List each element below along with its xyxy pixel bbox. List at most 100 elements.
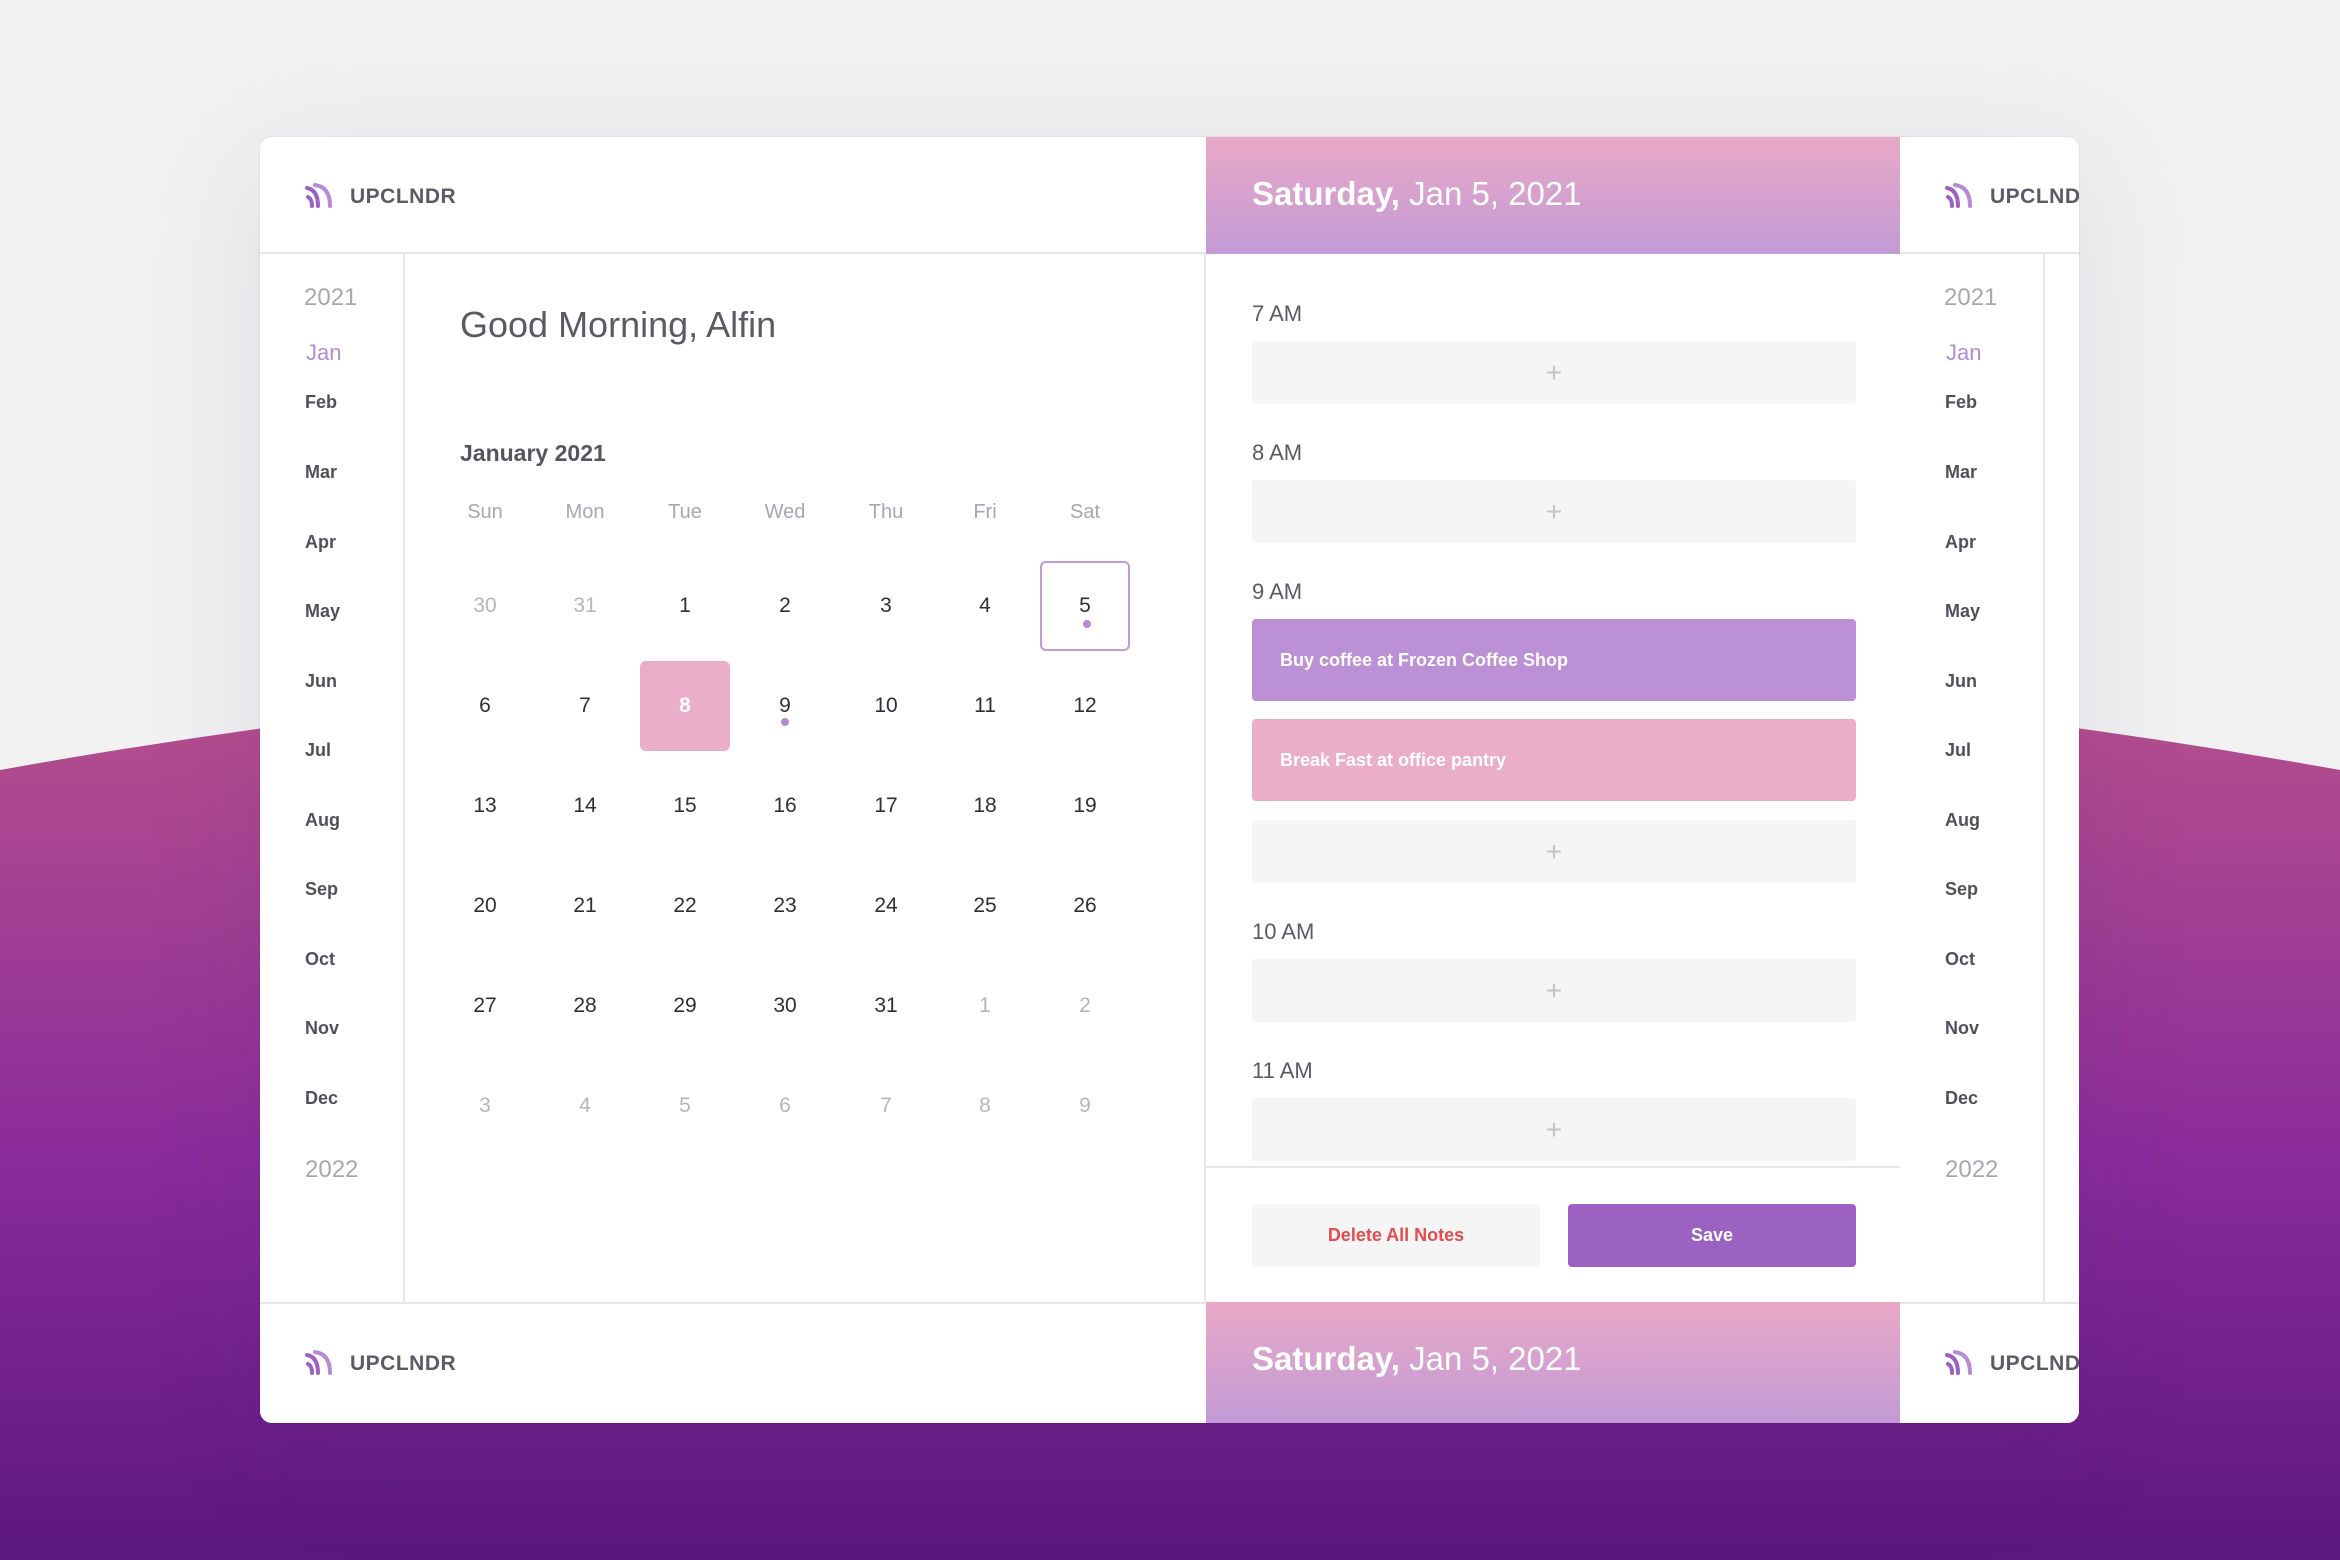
day-cell[interactable]: 12 [1040,661,1130,751]
hour-label-9am: 9 AM [1252,579,1303,604]
day-cell[interactable]: 7 [540,661,630,751]
event-card[interactable]: Buy coffee at Frozen Coffee Shop [1252,619,1856,701]
day-cell[interactable]: 4 [540,1061,630,1151]
month-may[interactable]: May [1945,601,1980,622]
event-card[interactable]: Break Fast at office pantry [1252,719,1856,801]
day-cell[interactable]: 30 [740,961,830,1051]
month-mar[interactable]: Mar [1945,462,1977,483]
day-number: 23 [773,894,797,917]
adjacent-panel-preview: UPCLNDR 2021 Jan Feb Mar Apr May Jun Jul… [1900,137,2079,1423]
day-number: 14 [573,794,597,817]
hour-label-11am: 11 AM [1252,1058,1313,1083]
month-dec[interactable]: Dec [305,1088,338,1109]
day-cell[interactable]: 27 [440,961,530,1051]
month-oct[interactable]: Oct [1945,949,1975,970]
month-mar[interactable]: Mar [305,462,337,483]
day-cell[interactable]: 2 [1040,961,1130,1051]
logo[interactable]: UPCLNDR [1944,182,2079,212]
day-cell[interactable]: 31 [540,561,630,651]
day-cell[interactable]: 26 [1040,861,1130,951]
day-cell[interactable]: 24 [841,861,931,951]
month-sep[interactable]: Sep [305,879,338,900]
add-note-slot[interactable]: + [1252,480,1856,543]
day-cell[interactable]: 18 [940,761,1030,851]
month-aug[interactable]: Aug [305,810,340,831]
logo-icon [305,183,332,208]
month-sep[interactable]: Sep [1945,879,1978,900]
day-cell[interactable]: 8 [940,1061,1030,1151]
day-number: 4 [979,594,991,617]
day-cell[interactable]: 2 [740,561,830,651]
day-cell[interactable]: 22 [640,861,730,951]
day-number: 4 [579,1094,591,1117]
month-jun[interactable]: Jun [1945,671,1977,692]
day-cell[interactable]: 1 [640,561,730,651]
logo-icon [1945,183,1972,208]
year-current[interactable]: 2021 [1944,284,1997,312]
day-cell[interactable]: 15 [640,761,730,851]
add-note-slot[interactable]: + [1252,820,1856,883]
day-number: 10 [874,694,898,717]
month-jul[interactable]: Jul [305,740,331,761]
month-nov[interactable]: Nov [1945,1018,1979,1039]
day-cell[interactable]: 16 [740,761,830,851]
day-cell[interactable]: 30 [440,561,530,651]
logo[interactable]: UPCLNDR [1944,1349,2079,1379]
month-jan[interactable]: Jan [1946,340,1981,366]
day-cell[interactable]: 3 [440,1061,530,1151]
day-cell[interactable]: 14 [540,761,630,851]
year-next[interactable]: 2022 [305,1156,358,1184]
month-jul[interactable]: Jul [1945,740,1971,761]
weekday-sat: Sat [1069,501,1101,523]
day-cell[interactable]: 5 [640,1061,730,1151]
month-feb[interactable]: Feb [305,392,337,413]
day-cell[interactable]: 13 [440,761,530,851]
month-jun[interactable]: Jun [305,671,337,692]
day-cell[interactable]: 9 [740,661,830,751]
day-number: 13 [473,794,497,817]
logo[interactable]: UPCLNDR [304,182,456,212]
add-note-slot[interactable]: + [1252,1098,1856,1161]
day-cell[interactable]: 11 [940,661,1030,751]
month-aug[interactable]: Aug [1945,810,1980,831]
day-cell-selected[interactable]: 8 [640,661,730,751]
month-oct[interactable]: Oct [305,949,335,970]
save-button[interactable]: Save [1568,1204,1856,1267]
month-may[interactable]: May [305,601,340,622]
add-note-slot[interactable]: + [1252,341,1856,404]
month-apr[interactable]: Apr [305,532,336,553]
month-dec[interactable]: Dec [1945,1088,1978,1109]
day-cell[interactable]: 31 [841,961,931,1051]
day-cell[interactable]: 6 [440,661,530,751]
year-current[interactable]: 2021 [304,284,357,312]
day-number: 31 [874,994,898,1017]
day-cell[interactable]: 25 [940,861,1030,951]
day-cell[interactable]: 17 [841,761,931,851]
day-cell[interactable]: 9 [1040,1061,1130,1151]
month-apr[interactable]: Apr [1945,532,1976,553]
day-cell[interactable]: 6 [740,1061,830,1151]
month-jan[interactable]: Jan [306,340,341,366]
day-cell[interactable]: 19 [1040,761,1130,851]
day-number: 8 [679,694,691,717]
day-cell[interactable]: 7 [841,1061,931,1151]
day-cell[interactable]: 4 [940,561,1030,651]
day-cell[interactable]: 28 [540,961,630,1051]
logo-text: UPCLNDR [350,1352,457,1375]
day-cell[interactable]: 29 [640,961,730,1051]
day-cell[interactable]: 23 [740,861,830,951]
day-cell[interactable]: 3 [841,561,931,651]
month-nov[interactable]: Nov [305,1018,339,1039]
day-cell[interactable]: 10 [841,661,931,751]
year-next[interactable]: 2022 [1945,1156,1998,1184]
logo-icon [305,1350,332,1375]
logo-icon [1945,1350,1972,1375]
delete-all-notes-button[interactable]: Delete All Notes [1252,1204,1540,1267]
day-cell-today[interactable]: 5 [1040,561,1130,651]
day-cell[interactable]: 20 [440,861,530,951]
day-cell[interactable]: 1 [940,961,1030,1051]
logo[interactable]: UPCLNDR [304,1349,456,1379]
month-feb[interactable]: Feb [1945,392,1977,413]
day-cell[interactable]: 21 [540,861,630,951]
add-note-slot[interactable]: + [1252,959,1856,1022]
